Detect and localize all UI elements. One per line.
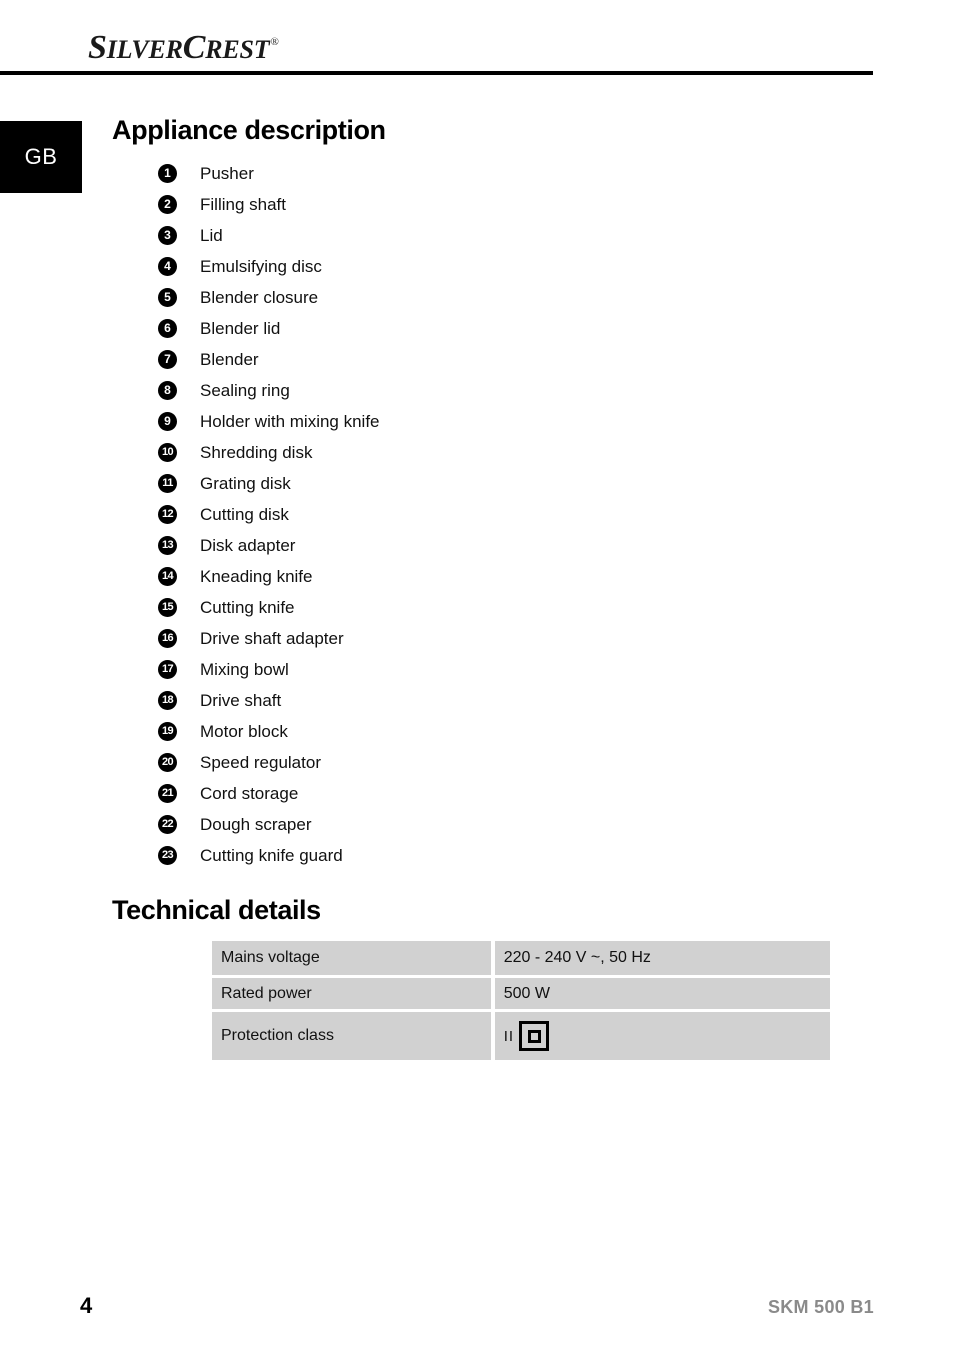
list-item: 17 Mixing bowl (158, 654, 758, 685)
class-ii-double-insulation-icon (519, 1021, 550, 1051)
protection-class-roman-numeral: II (503, 1027, 515, 1045)
part-label: Cord storage (200, 784, 299, 803)
list-item: 21 Cord storage (158, 778, 758, 809)
list-item: 9 Holder with mixing knife (158, 406, 758, 437)
header-divider (0, 71, 873, 75)
table-cell-value-protection-class: II (494, 1012, 830, 1060)
list-item: 6 Blender lid (158, 313, 758, 344)
list-item: 8 Sealing ring (158, 375, 758, 406)
protection-class-group: II (504, 1021, 830, 1051)
part-label: Dough scraper (200, 815, 312, 834)
list-item: 11 Grating disk (158, 468, 758, 499)
part-number-badge: 17 (158, 660, 177, 679)
model-number: SKM 500 B1 (767, 1297, 874, 1317)
part-number-badge: 19 (158, 722, 177, 741)
part-number-badge: 20 (158, 753, 177, 772)
part-number-badge: 23 (158, 846, 177, 865)
list-item: 15 Cutting knife (158, 592, 758, 623)
list-item: 10 Shredding disk (158, 437, 758, 468)
list-item: 3 Lid (158, 220, 758, 251)
part-number-badge: 14 (158, 567, 177, 586)
part-number-badge: 18 (158, 691, 177, 710)
brand-logo-letter-s: S (88, 29, 107, 66)
part-label: Filling shaft (200, 195, 286, 214)
table-row: Mains voltage 220 - 240 V ~, 50 Hz (212, 941, 830, 975)
part-number-badge: 11 (158, 474, 177, 493)
part-label: Holder with mixing knife (200, 412, 380, 431)
part-number-badge: 9 (158, 412, 177, 431)
part-label: Blender (200, 350, 259, 369)
list-item: 4 Emulsifying disc (158, 251, 758, 282)
technical-details-table: Mains voltage 220 - 240 V ~, 50 Hz Rated… (208, 938, 834, 1063)
list-item: 19 Motor block (158, 716, 758, 747)
part-label: Shredding disk (200, 443, 313, 462)
brand-logo-letter-c: C (182, 29, 206, 66)
part-number-badge: 15 (158, 598, 177, 617)
list-item: 22 Dough scraper (158, 809, 758, 840)
part-label: Drive shaft (200, 691, 282, 710)
table-row: Rated power 500 W (212, 978, 830, 1009)
brand-logo-ilver: ILVER (106, 35, 183, 64)
appliance-description-heading: Appliance description (112, 115, 386, 145)
list-item: 14 Kneading knife (158, 561, 758, 592)
part-label: Drive shaft adapter (200, 629, 344, 648)
part-number-badge: 22 (158, 815, 177, 834)
list-item: 20 Speed regulator (158, 747, 758, 778)
part-label: Blender closure (200, 288, 319, 307)
part-label: Mixing bowl (200, 660, 289, 679)
list-item: 23 Cutting knife guard (158, 840, 758, 871)
part-label: Grating disk (200, 474, 291, 493)
brand-logo-rest: REST (205, 35, 270, 64)
table-cell-label: Protection class (212, 1012, 491, 1060)
part-label: Cutting disk (200, 505, 289, 524)
part-label: Emulsifying disc (200, 257, 322, 276)
part-label: Blender lid (200, 319, 281, 338)
list-item: 2 Filling shaft (158, 189, 758, 220)
table-cell-value: 500 W (494, 978, 830, 1009)
language-tab-gb: GB (0, 121, 82, 193)
part-label: Kneading knife (200, 567, 313, 586)
part-number-badge: 12 (158, 505, 177, 524)
part-number-badge: 2 (158, 195, 177, 214)
page-number: 4 (80, 1293, 93, 1318)
part-label: Cutting knife (200, 598, 295, 617)
list-item: 16 Drive shaft adapter (158, 623, 758, 654)
technical-details-heading: Technical details (112, 895, 321, 925)
part-label: Pusher (200, 164, 254, 183)
part-label: Cutting knife guard (200, 846, 343, 865)
list-item: 1 Pusher (158, 158, 758, 189)
part-number-badge: 1 (158, 164, 177, 183)
list-item: 5 Blender closure (158, 282, 758, 313)
list-item: 12 Cutting disk (158, 499, 758, 530)
language-tab-label: GB (24, 144, 58, 169)
part-number-badge: 5 (158, 288, 177, 307)
document-page: { "brand": { "name_part_1": "S", "name_p… (0, 0, 954, 1355)
part-number-badge: 21 (158, 784, 177, 803)
part-label: Sealing ring (200, 381, 290, 400)
registered-trademark-icon: ® (270, 36, 279, 48)
part-number-badge: 10 (158, 443, 177, 462)
table-cell-label: Mains voltage (212, 941, 491, 975)
list-item: 7 Blender (158, 344, 758, 375)
appliance-parts-list: 1 Pusher 2 Filling shaft 3 Lid 4 Emulsif… (158, 158, 758, 871)
part-number-badge: 3 (158, 226, 177, 245)
part-number-badge: 7 (158, 350, 177, 369)
part-number-badge: 8 (158, 381, 177, 400)
part-number-badge: 4 (158, 257, 177, 276)
part-label: Motor block (200, 722, 288, 741)
list-item: 18 Drive shaft (158, 685, 758, 716)
part-number-badge: 6 (158, 319, 177, 338)
table-cell-label: Rated power (212, 978, 491, 1009)
list-item: 13 Disk adapter (158, 530, 758, 561)
table-row: Protection class II (212, 1012, 830, 1060)
part-number-badge: 13 (158, 536, 177, 555)
part-number-badge: 16 (158, 629, 177, 648)
part-label: Speed regulator (200, 753, 321, 772)
brand-logo: SILVERCREST® (88, 31, 279, 65)
class-ii-inner-square (527, 1029, 541, 1043)
part-label: Disk adapter (200, 536, 296, 555)
part-label: Lid (200, 226, 223, 245)
table-cell-value: 220 - 240 V ~, 50 Hz (494, 941, 830, 975)
